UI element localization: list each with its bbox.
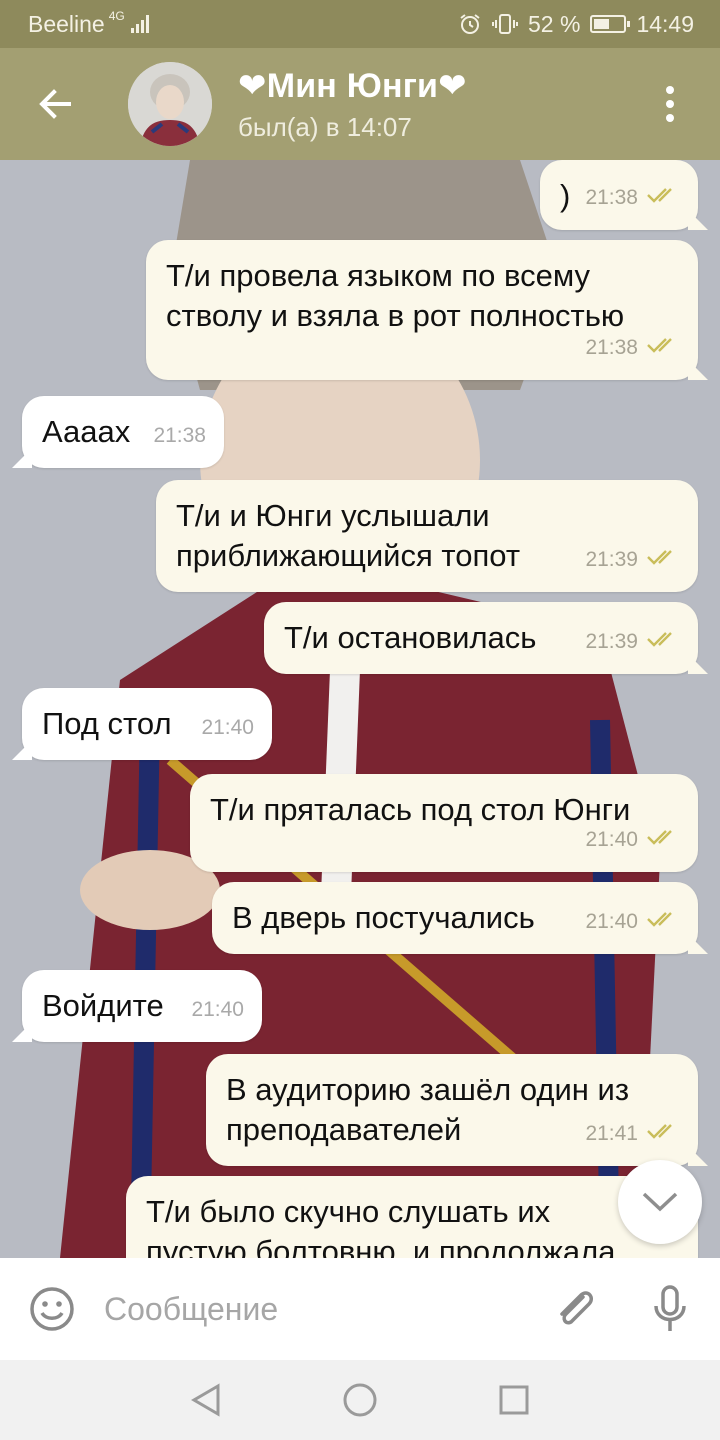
status-bar: Beeline 4G 52 % 14:49 — [0, 0, 720, 48]
double-check-icon — [646, 540, 680, 580]
message-composer: Сообщение — [0, 1258, 720, 1360]
message-time: 21:40 — [585, 902, 680, 942]
battery-icon — [590, 15, 631, 33]
chat-header: ❤Мин Юнги❤ был(а) в 14:07 — [0, 48, 720, 160]
double-check-icon — [646, 328, 680, 368]
chat-area[interactable]: ) 21:38 Т/и провела языком по всему ство… — [0, 160, 720, 1258]
message-bubble-out[interactable]: В аудиторию зашёл один из преподавателей… — [206, 1054, 698, 1166]
avatar[interactable] — [128, 62, 212, 146]
message-time: 21:38 — [585, 178, 680, 218]
message-time: 21:41 — [585, 1114, 680, 1154]
message-time: 21:38 — [153, 424, 206, 447]
emoji-button[interactable] — [0, 1285, 104, 1333]
network-type: 4G — [108, 9, 125, 23]
carrier-group: Beeline 4G — [28, 9, 149, 38]
smiley-icon — [30, 1287, 74, 1331]
message-text: Т/и провела языком по всему стволу и взя… — [166, 258, 625, 333]
triangle-back-icon[interactable] — [190, 1383, 222, 1417]
double-check-icon — [646, 178, 680, 218]
message-bubble-out[interactable]: Т/и провела языком по всему стволу и взя… — [146, 240, 698, 380]
chat-info[interactable]: ❤Мин Юнги❤ был(а) в 14:07 — [238, 66, 467, 143]
message-time: 21:39 — [585, 540, 680, 580]
attach-button[interactable] — [530, 1285, 620, 1333]
back-button[interactable] — [0, 48, 110, 160]
double-check-icon — [646, 1114, 680, 1154]
message-time: 21:40 — [585, 820, 680, 860]
alarm-icon — [460, 14, 480, 34]
message-bubble-out[interactable]: Т/и пряталась под стол Юнги 21:40 — [190, 774, 698, 872]
message-bubble-in[interactable]: Войдите 21:40 — [22, 970, 262, 1042]
battery-percent: 52 % — [528, 10, 581, 37]
message-bubble-out[interactable]: ) 21:38 — [540, 160, 698, 230]
battery-fill — [594, 19, 610, 29]
message-input[interactable]: Сообщение — [104, 1291, 530, 1328]
microphone-icon — [654, 1285, 686, 1331]
square-recent-icon[interactable] — [498, 1384, 530, 1416]
circle-home-icon[interactable] — [342, 1382, 378, 1418]
more-vertical-icon[interactable] — [640, 48, 700, 160]
message-text: Т/и было скучно слушать их пустую болтов… — [146, 1194, 616, 1258]
paperclip-icon — [560, 1291, 593, 1325]
double-check-icon — [646, 902, 680, 942]
message-bubble-in[interactable]: Ааааx 21:38 — [22, 396, 224, 468]
message-bubble-in[interactable]: Под стол 21:40 — [22, 688, 272, 760]
chat-title: ❤Мин Юнги❤ — [238, 66, 467, 105]
message-time: 21:39 — [585, 622, 680, 662]
message-time: 21:40 — [201, 716, 254, 739]
arrow-left-icon — [39, 89, 71, 119]
message-bubble-out[interactable]: Т/и и Юнги услышали приближающийся топот… — [156, 480, 698, 592]
signal-icon — [130, 15, 149, 33]
vibrate-icon — [492, 14, 518, 34]
carrier-name: Beeline — [28, 10, 105, 37]
last-seen-status: был(а) в 14:07 — [238, 111, 412, 142]
message-bubble-out[interactable]: Т/и остановилась 21:39 — [264, 602, 698, 674]
scroll-down-button[interactable] — [618, 1160, 702, 1244]
double-check-icon — [646, 820, 680, 860]
clock: 14:49 — [636, 10, 694, 37]
message-time: 21:40 — [191, 998, 244, 1021]
avatar-image — [128, 62, 212, 146]
double-check-icon — [646, 622, 680, 662]
message-bubble-out[interactable]: Т/и было скучно слушать их пустую болтов… — [126, 1176, 698, 1258]
chevron-down-icon — [642, 1192, 678, 1212]
system-navigation-bar — [0, 1360, 720, 1440]
message-bubble-out[interactable]: В дверь постучались 21:40 — [212, 882, 698, 954]
status-right: 52 % 14:49 — [458, 11, 694, 38]
message-time: 21:38 — [585, 328, 680, 368]
microphone-button[interactable] — [620, 1284, 720, 1334]
